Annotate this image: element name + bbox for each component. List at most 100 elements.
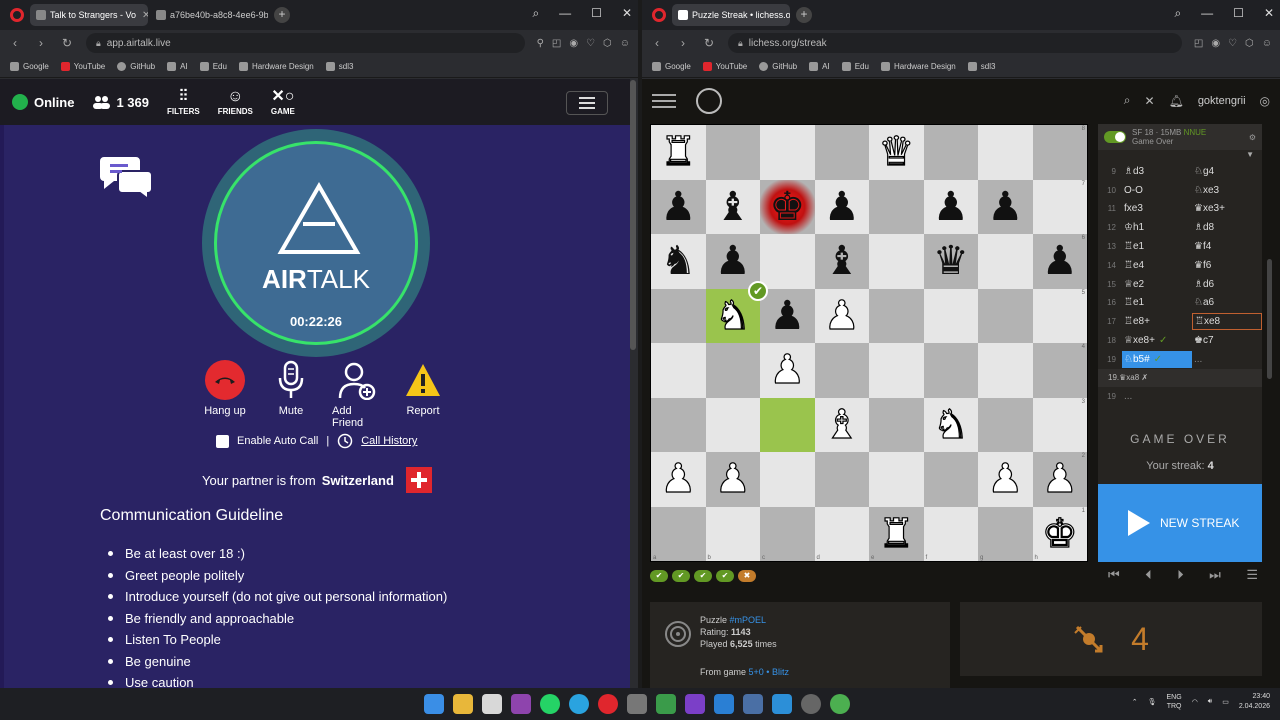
- url-field[interactable]: 🔒︎ lichess.org/streak: [728, 33, 1182, 53]
- tools-icon[interactable]: ✕: [1145, 94, 1155, 108]
- new-streak-button[interactable]: NEW STREAK: [1098, 484, 1262, 562]
- board-square-g7[interactable]: ♟: [978, 179, 1033, 234]
- extensions-icon[interactable]: ⬡: [603, 38, 612, 49]
- bookmark-youtube[interactable]: YouTube: [702, 62, 747, 71]
- black-move[interactable]: ♗d8: [1192, 222, 1262, 233]
- black-queen-piece[interactable]: ♛: [933, 241, 969, 281]
- black-move[interactable]: ♛f4: [1192, 241, 1262, 252]
- white-move[interactable]: ♔h1: [1122, 222, 1192, 233]
- auto-call-checkbox[interactable]: [216, 434, 229, 448]
- call-history-link[interactable]: Call History: [361, 435, 417, 447]
- settings-gear-icon[interactable]: ⚙: [1249, 133, 1256, 142]
- black-knight-piece[interactable]: ♞: [660, 241, 696, 281]
- next-move-icon[interactable]: ⏵: [1177, 567, 1184, 583]
- report-button[interactable]: Report: [398, 359, 448, 429]
- profile-icon[interactable]: ☺: [1262, 38, 1272, 49]
- chevron-up-icon[interactable]: ⌃: [1132, 698, 1138, 706]
- forward-icon[interactable]: ›: [676, 36, 690, 50]
- board-square-c5[interactable]: ♟: [760, 288, 815, 343]
- bookmark-edu[interactable]: Edu: [199, 62, 227, 71]
- battery-icon[interactable]: ▭: [1222, 698, 1229, 706]
- board-square-h3[interactable]: 3: [1032, 397, 1087, 452]
- bookmark-hardware-design[interactable]: Hardware Design: [238, 62, 314, 71]
- extensions-icon[interactable]: ⬡: [1245, 38, 1254, 49]
- black-move[interactable]: ♚c7: [1192, 335, 1262, 346]
- board-square-b4[interactable]: [705, 343, 760, 398]
- board-square-a1[interactable]: a: [651, 506, 706, 561]
- board-square-d3[interactable]: ♝: [814, 397, 869, 452]
- black-move[interactable]: ♛xe3+: [1192, 203, 1262, 214]
- board-square-h4[interactable]: 4: [1032, 343, 1087, 398]
- board-square-e4[interactable]: [869, 343, 924, 398]
- menu-icon[interactable]: ☰: [1246, 567, 1258, 583]
- snapshot-icon[interactable]: ◰: [552, 38, 561, 49]
- new-tab-button[interactable]: +: [796, 7, 812, 23]
- telegram-icon[interactable]: [569, 694, 589, 714]
- bookmark-google[interactable]: Google: [652, 62, 691, 71]
- lichess-logo-icon[interactable]: [696, 88, 722, 114]
- board-square-d4[interactable]: [814, 343, 869, 398]
- black-move[interactable]: ♘xe3: [1192, 185, 1262, 196]
- board-square-c3[interactable]: [760, 397, 815, 452]
- add-friend-button[interactable]: Add Friend: [332, 359, 382, 429]
- board-square-b1[interactable]: b: [705, 506, 760, 561]
- board-square-d1[interactable]: d: [814, 506, 869, 561]
- black-move[interactable]: ♖xe8: [1192, 313, 1262, 331]
- url-field[interactable]: 🔒︎ app.airtalk.live: [86, 33, 525, 53]
- board-square-f8[interactable]: [923, 125, 978, 180]
- close-window-icon[interactable]: ✕: [622, 6, 632, 21]
- mx-icon[interactable]: [743, 694, 763, 714]
- black-pawn-piece[interactable]: ♟: [769, 296, 805, 336]
- white-bishop-piece[interactable]: ♝: [823, 404, 860, 445]
- white-move[interactable]: ♖e1: [1122, 241, 1192, 252]
- game-button[interactable]: ✕○ GAME: [271, 88, 295, 116]
- opera-logo-icon[interactable]: [652, 8, 666, 22]
- white-rook-piece[interactable]: ♜: [878, 513, 915, 554]
- board-square-d6[interactable]: ♝: [814, 234, 869, 289]
- board-square-a5[interactable]: [651, 288, 706, 343]
- close-tab-icon[interactable]: ✕: [142, 10, 148, 21]
- white-move[interactable]: ♖e8+: [1122, 316, 1192, 327]
- notepad-icon[interactable]: [482, 694, 502, 714]
- collapse-icon[interactable]: ▼: [1098, 150, 1262, 162]
- page-scrollbar[interactable]: [630, 80, 636, 350]
- board-square-h1[interactable]: ♚ 1 h: [1032, 506, 1087, 561]
- white-queen-piece[interactable]: ♛: [878, 132, 915, 173]
- board-square-e7[interactable]: [869, 179, 924, 234]
- variation-line[interactable]: 19.♛xa8 ✗: [1098, 368, 1262, 387]
- camera-icon[interactable]: ◉: [1211, 38, 1220, 49]
- board-square-g8[interactable]: [978, 125, 1033, 180]
- board-square-h5[interactable]: 5: [1032, 288, 1087, 343]
- board-square-b5[interactable]: ♞ ✔: [705, 280, 768, 343]
- board-square-d2[interactable]: [814, 452, 869, 507]
- board-square-e1[interactable]: ♜ e: [869, 506, 924, 561]
- bookmark-sdl3[interactable]: sdl3: [325, 62, 353, 71]
- white-king-piece[interactable]: ♚: [1041, 513, 1078, 554]
- black-bishop-piece[interactable]: ♝: [715, 187, 751, 227]
- prev-move-icon[interactable]: ⏴: [1145, 567, 1152, 583]
- search-tabs-icon[interactable]: ⌕: [1174, 6, 1181, 21]
- white-knight-piece[interactable]: ♞: [714, 295, 751, 336]
- board-square-b6[interactable]: ♟: [705, 234, 760, 289]
- tab-lichess[interactable]: Puzzle Streak • lichess.org ✕: [672, 4, 790, 26]
- board-square-e5[interactable]: [869, 288, 924, 343]
- reload-icon[interactable]: ↻: [702, 36, 716, 50]
- board-square-a2[interactable]: ♟: [651, 452, 706, 507]
- camera-icon[interactable]: ◉: [569, 38, 578, 49]
- black-pawn-piece[interactable]: ♟: [660, 187, 696, 227]
- white-knight-piece[interactable]: ♞: [932, 404, 969, 445]
- avatar-icon[interactable]: ◎: [1260, 94, 1270, 108]
- board-square-e8[interactable]: ♛: [869, 125, 924, 180]
- board-square-f3[interactable]: ♞: [923, 397, 978, 452]
- board-square-d7[interactable]: ♟: [814, 179, 869, 234]
- back-icon[interactable]: ‹: [8, 36, 22, 50]
- white-pawn-piece[interactable]: ♟: [987, 459, 1024, 500]
- last-move-icon[interactable]: ⏭: [1209, 567, 1221, 583]
- board-square-b2[interactable]: ♟: [705, 452, 760, 507]
- mute-button[interactable]: Mute: [266, 359, 316, 429]
- puzzle-result-badge[interactable]: ✔: [716, 570, 734, 582]
- filters-button[interactable]: ⫶⫶ FILTERS: [167, 88, 200, 116]
- bell-icon[interactable]: 🔔︎: [1169, 94, 1184, 108]
- white-move[interactable]: O-O: [1122, 185, 1192, 196]
- move-list[interactable]: ▼ 9 ♗d3 ♘g4 10 O-O ♘xe3 11 fxe3 ♛xe3+ 12 ♔h1 ♗d8 13 ♖e…: [1098, 150, 1262, 408]
